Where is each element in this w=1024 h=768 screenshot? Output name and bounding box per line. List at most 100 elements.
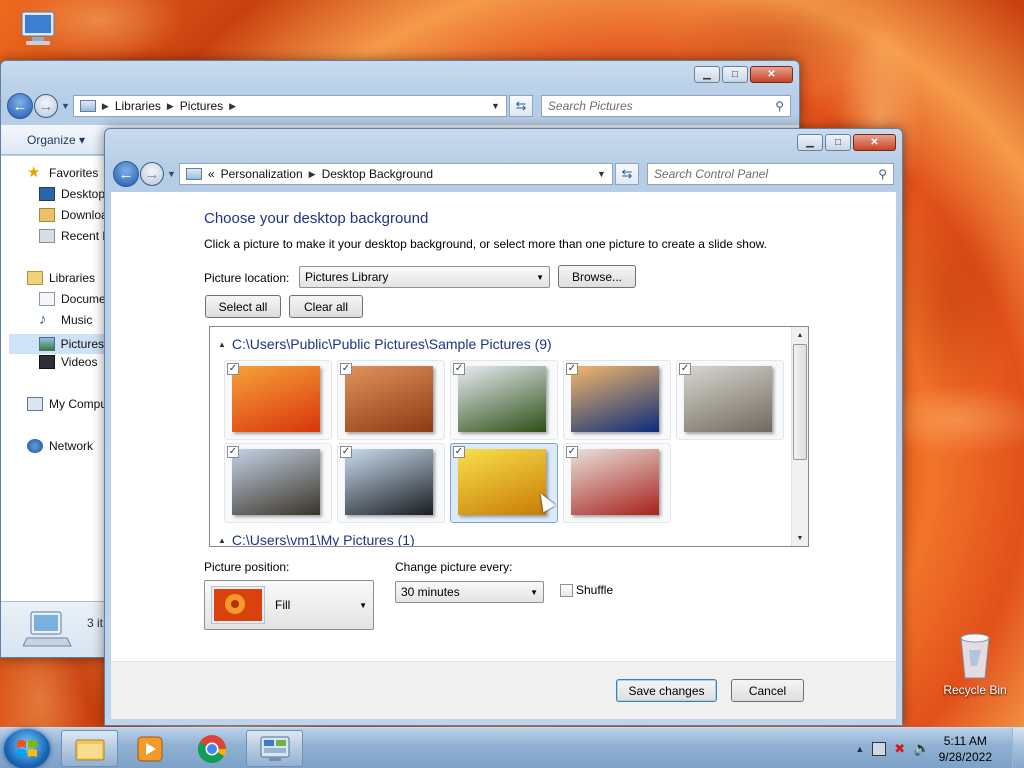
scroll-down-icon[interactable]: ▼ <box>792 530 808 546</box>
picture-position-select[interactable]: Fill ▼ <box>204 580 374 630</box>
minimize-button[interactable]: ▁ <box>797 134 823 151</box>
thumbnail-checkbox[interactable]: ✓ <box>679 363 691 375</box>
collapse-icon[interactable]: ▲ <box>218 536 226 545</box>
close-button[interactable]: ✕ <box>853 134 896 151</box>
thumbnail-penguins[interactable]: ✓ <box>337 443 445 523</box>
browse-button[interactable]: Browse... <box>558 265 636 288</box>
libraries-icon <box>27 271 43 285</box>
clock-time: 5:11 AM <box>943 733 987 748</box>
nav-pictures[interactable]: Pictures <box>9 334 104 354</box>
desktop-icon <box>39 187 55 201</box>
group-header-my-pictures[interactable]: ▲ C:\Users\vm1\My Pictures (1) <box>218 532 415 546</box>
action-center-flag-icon[interactable]: ✖ <box>894 741 905 757</box>
chevron-down-icon: ▼ <box>536 272 544 282</box>
address-bar[interactable]: ▶ Libraries ▶ Pictures ▶ ▼ <box>72 95 507 117</box>
nav-favorites[interactable]: ★ Favorites <box>27 165 98 180</box>
select-all-button[interactable]: Select all <box>205 295 281 318</box>
nav-libraries[interactable]: Libraries <box>27 271 95 285</box>
save-changes-button[interactable]: Save changes <box>616 679 717 702</box>
collapse-icon[interactable]: ▲ <box>218 340 226 349</box>
system-clock[interactable]: 5:11 AM 9/28/2022 <box>939 733 992 765</box>
thumbnail-santa[interactable]: ✓ <box>563 443 671 523</box>
nav-documents[interactable]: Docume <box>39 292 106 306</box>
close-button[interactable]: ✕ <box>750 66 793 83</box>
thumbnail-image-santa <box>571 449 659 515</box>
nav-music[interactable]: ♪ Music <box>39 312 92 327</box>
network-tray-icon[interactable] <box>872 741 887 756</box>
picture-gallery[interactable]: ▲ C:\Users\Public\Public Pictures\Sample… <box>209 326 809 547</box>
change-picture-interval-select[interactable]: 30 minutes ▼ <box>395 581 544 603</box>
search-input[interactable]: Search Control Panel ⚲ <box>646 163 894 185</box>
taskbar-control-panel[interactable] <box>246 730 303 767</box>
address-bar[interactable]: « Personalization ▶ Desktop Background ▼ <box>178 163 613 185</box>
nav-recent-places[interactable]: Recent P <box>39 229 110 243</box>
volume-icon[interactable]: 🔈 <box>913 740 930 757</box>
recent-pages-icon[interactable]: ▼ <box>61 101 70 111</box>
nav-downloads[interactable]: Downloa <box>39 208 108 222</box>
thumbnail-checkbox[interactable]: ✓ <box>453 363 465 375</box>
minimize-button[interactable]: ▁ <box>694 66 720 83</box>
refresh-icon[interactable]: ⇆ <box>508 95 533 117</box>
notification-area: ▲ ✖ 🔈 5:11 AM 9/28/2022 <box>855 728 1024 768</box>
computer-desktop-icon[interactable] <box>14 8 64 56</box>
breadcrumb-personalization[interactable]: Personalization <box>221 167 303 181</box>
breadcrumb-libraries[interactable]: Libraries <box>115 99 161 113</box>
taskbar-chrome[interactable] <box>183 730 240 767</box>
show-desktop-button[interactable] <box>1012 728 1024 768</box>
forward-button[interactable]: → <box>140 162 164 186</box>
organize-button[interactable]: Organize ▾ <box>27 133 85 147</box>
thumbnail-lighthouse[interactable]: ✓ <box>224 443 332 523</box>
nav-desktop[interactable]: Desktop <box>39 187 105 201</box>
thumbnail-checkbox[interactable]: ✓ <box>227 446 239 458</box>
maximize-button[interactable]: □ <box>722 66 748 83</box>
shuffle-checkbox[interactable] <box>560 584 573 597</box>
thumbnail-image-koala <box>684 366 772 432</box>
forward-button[interactable]: → <box>34 94 58 118</box>
fill-preview-icon <box>211 586 265 624</box>
cancel-button[interactable]: Cancel <box>731 679 804 702</box>
nav-videos[interactable]: Videos <box>39 355 97 369</box>
refresh-icon[interactable]: ⇆ <box>614 163 639 185</box>
control-panel-window[interactable]: ▁ □ ✕ ← → ▼ « Personalization ▶ Desktop … <box>104 128 903 726</box>
thumbnail-koala[interactable]: ✓ <box>676 360 784 440</box>
thumbnail-image-chrysanthemum <box>232 366 320 432</box>
recent-pages-icon[interactable]: ▼ <box>167 169 176 179</box>
cpanel-nav-bar: ← → ▼ « Personalization ▶ Desktop Backgr… <box>113 161 894 187</box>
picture-location-select[interactable]: Pictures Library ▼ <box>299 266 550 288</box>
thumbnail-hydrangeas[interactable]: ✓ <box>450 360 558 440</box>
thumbnail-desert[interactable]: ✓ <box>337 360 445 440</box>
nav-network[interactable]: Network <box>27 439 93 453</box>
cpanel-caption-buttons: ▁ □ ✕ <box>797 134 896 151</box>
pictures-icon <box>39 337 55 351</box>
show-hidden-icons-icon[interactable]: ▲ <box>855 744 864 754</box>
breadcrumb-desktop-background[interactable]: Desktop Background <box>322 167 433 181</box>
recycle-bin-desktop-icon[interactable]: Recycle Bin <box>938 630 1012 697</box>
scrollbar-thumb[interactable] <box>793 344 807 460</box>
address-dropdown-icon[interactable]: ▼ <box>491 101 500 111</box>
thumbnail-checkbox[interactable]: ✓ <box>453 446 465 458</box>
taskbar-windows-explorer[interactable] <box>61 730 118 767</box>
group-header-sample-pictures[interactable]: ▲ C:\Users\Public\Public Pictures\Sample… <box>218 336 552 352</box>
videos-icon <box>39 355 55 369</box>
thumbnail-checkbox[interactable]: ✓ <box>340 363 352 375</box>
breadcrumb-pictures[interactable]: Pictures <box>180 99 223 113</box>
thumbnail-checkbox[interactable]: ✓ <box>566 363 578 375</box>
thumbnail-checkbox[interactable]: ✓ <box>227 363 239 375</box>
nav-computer[interactable]: My Compu <box>27 397 107 411</box>
maximize-button[interactable]: □ <box>825 134 851 151</box>
gallery-scrollbar[interactable]: ▲ ▼ <box>791 327 808 546</box>
back-button[interactable]: ← <box>113 161 139 187</box>
scroll-up-icon[interactable]: ▲ <box>792 327 808 343</box>
thumbnail-chrysanthemum[interactable]: ✓ <box>224 360 332 440</box>
thumbnail-checkbox[interactable]: ✓ <box>566 446 578 458</box>
taskbar-media-player[interactable] <box>121 730 178 767</box>
search-icon[interactable]: ⚲ <box>775 99 784 113</box>
search-input[interactable]: Search Pictures ⚲ <box>540 95 791 117</box>
clear-all-button[interactable]: Clear all <box>289 295 363 318</box>
thumbnail-jellyfish[interactable]: ✓ <box>563 360 671 440</box>
search-icon[interactable]: ⚲ <box>878 167 887 181</box>
start-button[interactable] <box>4 729 50 768</box>
back-button[interactable]: ← <box>7 93 33 119</box>
thumbnail-checkbox[interactable]: ✓ <box>340 446 352 458</box>
address-dropdown-icon[interactable]: ▼ <box>597 169 606 179</box>
